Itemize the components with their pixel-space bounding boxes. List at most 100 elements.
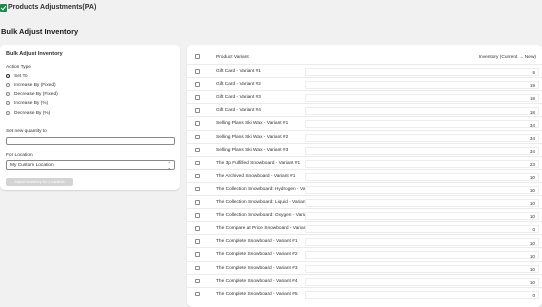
row-checkbox[interactable]	[195, 121, 200, 126]
form-title: Bulk Adjust Inventory	[6, 51, 63, 57]
inventory-value: 23	[529, 161, 535, 167]
inventory-field[interactable]: 10	[305, 238, 539, 247]
row-checkbox[interactable]	[195, 69, 200, 74]
table-row[interactable]: The Compare at Price Snowboard - Variant…	[187, 224, 542, 234]
variant-name: The Complete Snowboard - Variant #2	[216, 252, 298, 258]
variant-name: Gift Card - Variant #4	[216, 108, 261, 114]
inventory-value: 6	[532, 70, 535, 76]
table-row[interactable]: The Archived Snowboard - Variant #1 10	[187, 172, 542, 181]
row-checkbox[interactable]	[195, 160, 200, 166]
row-checkbox[interactable]	[195, 252, 200, 257]
table-row[interactable]: The 3p Fulfilled Snowboard - Variant #1 2…	[187, 159, 542, 168]
variant-name: The Complete Snowboard - Variant #4	[216, 278, 298, 284]
select-all-checkbox[interactable]	[195, 54, 200, 59]
inventory-field[interactable]: 10	[305, 277, 539, 286]
inventory-field[interactable]: 34	[305, 133, 539, 142]
app-title: Products Adjustments(PA)	[8, 4, 97, 11]
table-row[interactable]: The Complete Snowboard - Variant #2 10	[187, 250, 542, 260]
variant-name: The Complete Snowboard - Variant #1	[216, 239, 298, 245]
app-logo-icon	[0, 4, 7, 12]
inventory-field[interactable]: 10	[305, 185, 539, 194]
radio-increase-fixed[interactable]: Increase By (Fixed)	[6, 81, 56, 89]
location-select[interactable]: My Custom Location ⌃ ⌄	[6, 160, 175, 170]
radio-button[interactable]	[6, 101, 10, 105]
inventory-value: 19	[529, 83, 535, 89]
variant-name: The Archived Snowboard - Variant #1	[216, 173, 296, 179]
row-checkbox[interactable]	[195, 173, 200, 179]
variant-name: The 3p Fulfilled Snowboard - Variant #1	[216, 160, 301, 166]
variant-name: The Collection Snowboard: Liquid - Varia…	[216, 200, 314, 205]
inventory-field[interactable]: 18	[305, 94, 539, 103]
radio-decrease-percent[interactable]: Decrease By (%)	[6, 109, 50, 117]
inventory-field[interactable]: 23	[305, 159, 539, 168]
radio-button[interactable]	[6, 111, 10, 115]
inventory-value: 10	[529, 240, 535, 246]
radio-button[interactable]	[6, 83, 10, 87]
row-checkbox[interactable]	[195, 200, 200, 205]
row-divider	[187, 208, 542, 210]
table-row[interactable]: The Complete Snowboard - Variant #1 10	[187, 237, 542, 247]
table-row[interactable]: Gift Card - Variant #3 18	[187, 93, 542, 103]
quantity-input[interactable]	[6, 137, 175, 145]
inventory-field[interactable]: 34	[305, 146, 539, 155]
inventory-field[interactable]: 19	[305, 81, 539, 90]
radio-set-to[interactable]: Set To	[6, 72, 28, 80]
table-row[interactable]: The Complete Snowboard - Variant #3 10	[187, 264, 542, 273]
table-row[interactable]: The Complete Snowboard - Variant #4 10	[187, 277, 542, 286]
row-checkbox[interactable]	[195, 213, 200, 218]
adjust-inventory-button[interactable]: Adjust Inventory for 1 variants	[6, 178, 73, 186]
location-value: My Custom Location	[10, 163, 54, 168]
table-row[interactable]: Selling Plans Ski Wax - Variant #3 34	[187, 146, 542, 155]
location-label: For Location	[6, 153, 33, 158]
table-row[interactable]: Gift Card - Variant #2 19	[187, 80, 542, 90]
variant-name: Gift Card - Variant #2	[216, 82, 261, 88]
row-divider	[187, 260, 542, 262]
inventory-field[interactable]: 10	[305, 264, 539, 273]
inventory-field[interactable]: 10	[305, 199, 539, 207]
table-row[interactable]: The Complete Snowboard - Variant #5 0	[187, 290, 542, 299]
row-divider	[187, 77, 542, 79]
inventory-field[interactable]: 10	[305, 172, 539, 181]
inventory-value: 34	[529, 148, 535, 154]
row-checkbox[interactable]	[195, 186, 200, 192]
row-divider	[187, 116, 542, 118]
variant-name: The Complete Snowboard - Variant #5	[216, 291, 298, 297]
table-row[interactable]: The Collection Snowboard: Liquid - Varia…	[187, 198, 542, 207]
row-checkbox[interactable]	[195, 82, 200, 87]
radio-decrease-fixed[interactable]: Decrease By (Fixed)	[6, 90, 58, 98]
table-row[interactable]: Selling Plans Ski Wax - Variant #1 34	[187, 119, 542, 129]
radio-increase-percent[interactable]: Increase By (%)	[6, 99, 48, 107]
inventory-value: 10	[529, 279, 535, 285]
inventory-field[interactable]: 10	[305, 212, 539, 221]
row-checkbox[interactable]	[195, 291, 200, 297]
inventory-value: 10	[529, 214, 535, 220]
table-row[interactable]: The Collection Snowboard: Hydrogen - Var…	[187, 185, 542, 194]
inventory-field[interactable]: 34	[305, 120, 539, 129]
table-row[interactable]: Gift Card - Variant #4 18	[187, 106, 542, 116]
row-checkbox[interactable]	[195, 278, 200, 284]
inventory-field[interactable]: 6	[305, 68, 539, 76]
row-checkbox[interactable]	[195, 239, 200, 244]
inventory-value: 10	[529, 266, 535, 272]
row-divider	[187, 129, 542, 131]
row-checkbox[interactable]	[195, 226, 200, 231]
table-row[interactable]: Selling Plans Ski Wax - Variant #2 34	[187, 133, 542, 142]
inventory-field[interactable]: 0	[305, 290, 539, 299]
radio-button[interactable]	[6, 92, 10, 96]
table-row[interactable]: Gift Card - Variant #1 6	[187, 67, 542, 76]
page-title: Bulk Adjust Inventory	[1, 27, 79, 36]
variant-name: Selling Plans Ski Wax - Variant #1	[216, 121, 289, 127]
table-row[interactable]: The Collection Snowboard: Oxygen - Varia…	[187, 211, 542, 221]
row-checkbox[interactable]	[195, 108, 200, 113]
inventory-value: 34	[529, 122, 535, 128]
row-checkbox[interactable]	[195, 95, 200, 100]
inventory-field[interactable]: 18	[305, 107, 539, 116]
row-divider	[187, 155, 542, 157]
row-checkbox[interactable]	[195, 147, 200, 153]
radio-button[interactable]	[6, 74, 10, 78]
inventory-field[interactable]: 0	[305, 225, 539, 234]
row-checkbox[interactable]	[195, 265, 200, 270]
row-divider	[187, 195, 542, 196]
inventory-field[interactable]: 10	[305, 251, 539, 260]
row-checkbox[interactable]	[195, 134, 200, 139]
